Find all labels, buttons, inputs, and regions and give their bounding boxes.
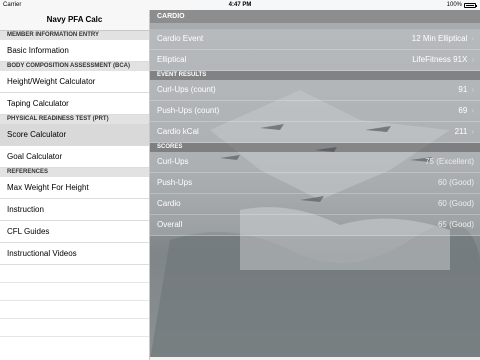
chevron-right-icon: › bbox=[471, 55, 474, 64]
row-label: Push-Ups bbox=[157, 178, 193, 187]
score-push-ups-row: Push-Ups 60 (Good) bbox=[150, 173, 480, 194]
section-header-member-info: MEMBER INFORMATION ENTRY bbox=[0, 31, 149, 40]
row-value: 65 (Good) bbox=[437, 220, 474, 229]
score-overall-row: Overall 65 (Good) bbox=[150, 215, 480, 236]
row-value: 60 (Good) bbox=[437, 178, 474, 187]
section-header-event-results: EVENT RESULTS bbox=[150, 71, 480, 80]
row-value: 211 bbox=[454, 127, 468, 136]
row-label: Cardio Event bbox=[157, 34, 204, 43]
chevron-right-icon: › bbox=[471, 85, 474, 94]
sidebar-item-taping-calculator[interactable]: Taping Calculator bbox=[0, 93, 149, 115]
elliptical-row[interactable]: Elliptical LifeFitness 91X › bbox=[150, 50, 480, 71]
curl-ups-count-row[interactable]: Curl-Ups (count) 91 › bbox=[150, 80, 480, 101]
sidebar-item-score-calculator[interactable]: Score Calculator bbox=[0, 124, 149, 146]
status-bar: Carrier 4:47 PM 100% bbox=[0, 0, 480, 10]
row-label: Curl-Ups bbox=[157, 157, 189, 166]
battery-indicator: 100% bbox=[446, 0, 477, 10]
empty-row bbox=[0, 265, 149, 283]
app-title: Navy PFA Calc bbox=[0, 10, 149, 31]
row-label: Curl-Ups (count) bbox=[157, 85, 216, 94]
cardio-kcal-row[interactable]: Cardio kCal 211 › bbox=[150, 122, 480, 143]
row-value: 75 (Excellent) bbox=[425, 157, 474, 166]
row-value: 12 Min Elliptical bbox=[411, 34, 468, 43]
empty-row bbox=[0, 319, 149, 337]
score-curl-ups-row: Curl-Ups 75 (Excellent) bbox=[150, 152, 480, 173]
chevron-right-icon: › bbox=[471, 106, 474, 115]
score-cardio-row: Cardio 60 (Good) bbox=[150, 194, 480, 215]
sidebar-item-instructional-videos[interactable]: Instructional Videos bbox=[0, 243, 149, 265]
row-label: Cardio kCal bbox=[157, 127, 199, 136]
row-value: 60 (Good) bbox=[437, 199, 474, 208]
sidebar-item-basic-information[interactable]: Basic Information bbox=[0, 40, 149, 62]
sidebar-item-instruction[interactable]: Instruction bbox=[0, 199, 149, 221]
push-ups-count-row[interactable]: Push-Ups (count) 69 › bbox=[150, 101, 480, 122]
sidebar-item-height-weight-calculator[interactable]: Height/Weight Calculator bbox=[0, 71, 149, 93]
sidebar-item-cfl-guides[interactable]: CFL Guides bbox=[0, 221, 149, 243]
section-header-bca: BODY COMPOSITION ASSESSMENT (BCA) bbox=[0, 62, 149, 71]
empty-row bbox=[0, 283, 149, 301]
row-label: Cardio bbox=[157, 199, 181, 208]
section-header-cardio: CARDIO bbox=[150, 10, 480, 23]
section-header-prt: PHYSICAL READINESS TEST (PRT) bbox=[0, 115, 149, 124]
row-label: Push-Ups (count) bbox=[157, 106, 220, 115]
chevron-right-icon: › bbox=[471, 34, 474, 43]
chevron-right-icon: › bbox=[471, 127, 474, 136]
row-label: Elliptical bbox=[157, 55, 187, 64]
sidebar: Navy PFA Calc MEMBER INFORMATION ENTRY B… bbox=[0, 10, 150, 360]
row-value: 91 bbox=[458, 85, 468, 94]
clock: 4:47 PM bbox=[228, 2, 252, 8]
row-value: LifeFitness 91X bbox=[412, 55, 468, 64]
row-label: Overall bbox=[157, 220, 183, 229]
battery-percent: 100% bbox=[446, 2, 462, 8]
sidebar-item-max-weight-for-height[interactable]: Max Weight For Height bbox=[0, 177, 149, 199]
empty-row bbox=[0, 301, 149, 319]
sidebar-item-goal-calculator[interactable]: Goal Calculator bbox=[0, 146, 149, 168]
section-header-scores: SCORES bbox=[150, 143, 480, 152]
main-panel: CARDIO Cardio Event 12 Min Elliptical › E… bbox=[150, 10, 480, 360]
section-header-references: REFERENCES bbox=[0, 168, 149, 177]
row-value: 69 bbox=[458, 106, 468, 115]
cardio-event-row[interactable]: Cardio Event 12 Min Elliptical › bbox=[150, 29, 480, 50]
battery-icon bbox=[464, 2, 477, 8]
